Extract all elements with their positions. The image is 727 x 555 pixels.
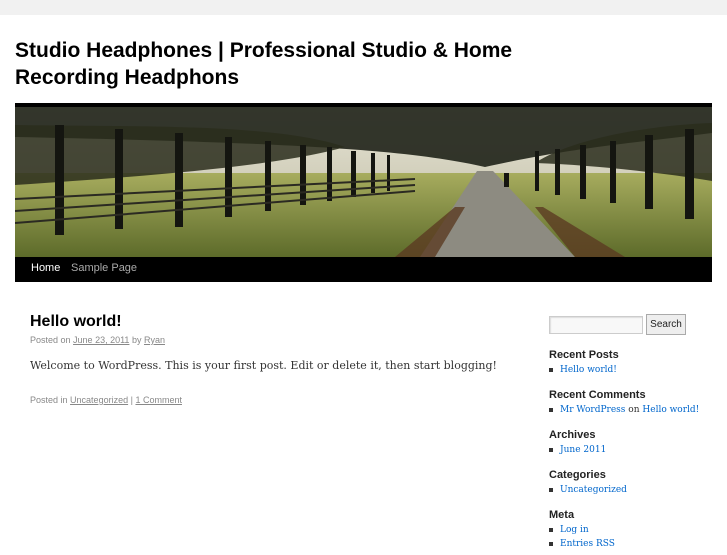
list-item: June 2011 xyxy=(549,443,606,457)
header-image xyxy=(15,103,712,257)
comment-on-label: on xyxy=(628,405,640,415)
category-link[interactable]: Uncategorized xyxy=(560,485,627,495)
archives-list: June 2011 xyxy=(549,443,606,457)
main-navigation: Home Sample Page xyxy=(15,257,712,282)
posted-in-label: Posted in xyxy=(30,395,68,405)
entry-meta: Posted on June 23, 2011 by Ryan xyxy=(30,335,165,345)
post-author-link[interactable]: Ryan xyxy=(144,335,165,345)
recent-posts-title: Recent Posts xyxy=(549,349,619,361)
post-comments-link[interactable]: 1 Comment xyxy=(135,395,182,405)
posted-on-label: Posted on xyxy=(30,335,71,345)
meta-title: Meta xyxy=(549,509,575,521)
post-content: Welcome to WordPress. This is your first… xyxy=(30,359,497,372)
post-date-link[interactable]: June 23, 2011 xyxy=(73,335,129,345)
entry-utility: Posted in Uncategorized | 1 Comment xyxy=(30,395,182,405)
search-button[interactable]: Search xyxy=(646,314,686,335)
entries-rss-link[interactable]: Entries RSS xyxy=(560,539,615,549)
archive-link[interactable]: June 2011 xyxy=(560,445,606,455)
list-item: Entries RSS xyxy=(549,537,615,551)
meta-list: Log in Entries RSS xyxy=(549,523,615,551)
recent-comments-title: Recent Comments xyxy=(549,389,646,401)
list-item: Mr WordPress on Hello world! xyxy=(549,403,699,417)
list-item: Hello world! xyxy=(549,363,617,377)
meta-separator: | xyxy=(130,395,133,405)
recent-comments-list: Mr WordPress on Hello world! xyxy=(549,403,699,417)
page: Studio Headphones | Professional Studio … xyxy=(0,15,727,555)
comment-post-link[interactable]: Hello world! xyxy=(642,405,699,415)
site-title-link[interactable]: Studio Headphones | Professional Studio … xyxy=(15,39,512,89)
recent-posts-list: Hello world! xyxy=(549,363,617,377)
categories-title: Categories xyxy=(549,469,606,481)
archives-title: Archives xyxy=(549,429,596,441)
recent-post-link[interactable]: Hello world! xyxy=(560,365,617,375)
login-link[interactable]: Log in xyxy=(560,525,589,535)
site-title: Studio Headphones | Professional Studio … xyxy=(15,37,535,91)
nav-item-sample-page[interactable]: Sample Page xyxy=(71,257,137,280)
by-label: by xyxy=(131,335,142,345)
list-item: Uncategorized xyxy=(549,483,627,497)
comment-author-link[interactable]: Mr WordPress xyxy=(560,405,625,415)
post-title[interactable]: Hello world! xyxy=(30,313,122,331)
tree-lined-road-image xyxy=(15,107,712,257)
search-input[interactable] xyxy=(549,316,643,334)
list-item: Log in xyxy=(549,523,615,537)
categories-list: Uncategorized xyxy=(549,483,627,497)
nav-item-home[interactable]: Home xyxy=(31,257,60,280)
post-category-link[interactable]: Uncategorized xyxy=(70,395,128,405)
